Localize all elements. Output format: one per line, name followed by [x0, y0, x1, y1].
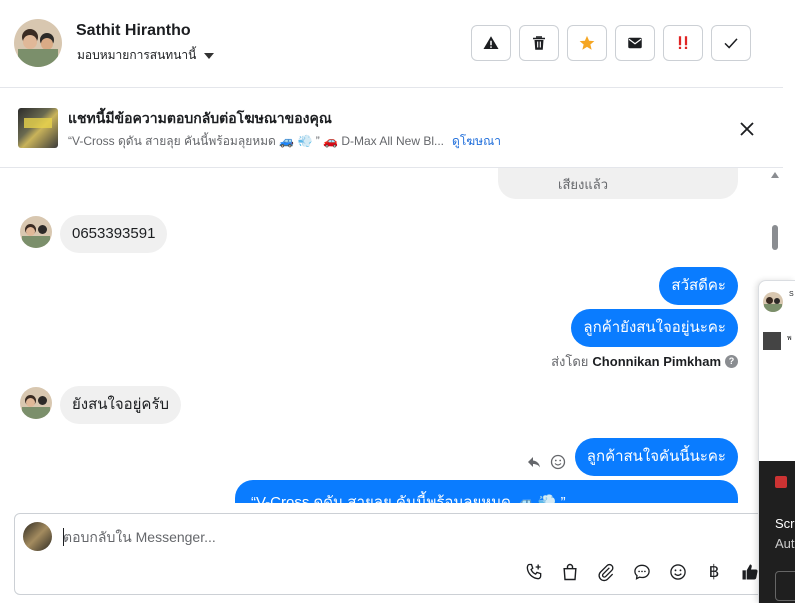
caret-down-icon — [204, 52, 215, 59]
side-conversation-panel[interactable]: S พ Scre Aut — [758, 280, 795, 603]
outgoing-quoted-message[interactable]: “V-Cross ดุดัน สายลุย คันนี้พร้อมลุยหมด … — [235, 480, 738, 503]
side-title-b: พ — [787, 335, 792, 342]
app-icon — [775, 476, 787, 488]
ad-banner-description: “V-Cross ดุดัน สายลุย คันนี้พร้อมลุยหมด … — [68, 132, 501, 151]
ad-reply-banner: แชทนี้มีข้อความตอบกลับต่อโฆษณาของคุณ “V-… — [0, 88, 783, 168]
trash-icon — [533, 36, 545, 50]
sent-by-label: ส่งโดย Chonnikan Pimkham ? — [551, 351, 738, 372]
previous-message-bubble[interactable]: เสียงแล้ว — [498, 168, 738, 199]
emoji-react-icon[interactable] — [550, 454, 566, 470]
contact-avatar[interactable] — [14, 19, 62, 67]
page-avatar — [23, 522, 52, 551]
scroll-thumb[interactable] — [772, 225, 778, 250]
messenger-chat-window: Sathit Hirantho มอบหมายการสนทนานี้ แชทนี… — [0, 0, 795, 603]
ad-thumbnail[interactable] — [18, 108, 58, 148]
side-avatar[interactable] — [763, 292, 783, 312]
composer-toolbar: ฿ — [523, 561, 761, 583]
outgoing-message[interactable]: สวัสดีคะ — [659, 267, 738, 305]
screen-notification-panel[interactable]: Scre Aut — [759, 461, 795, 603]
incoming-message[interactable]: ยังสนใจอยู่ครับ — [60, 386, 182, 424]
notification-title: Scre — [775, 516, 795, 531]
sender-avatar[interactable] — [20, 387, 52, 419]
reply-composer: ฿ — [14, 513, 774, 595]
check-icon — [724, 38, 738, 49]
text-cursor — [63, 528, 64, 546]
warning-icon — [483, 36, 499, 49]
star-button[interactable] — [567, 25, 607, 61]
chat-header: Sathit Hirantho มอบหมายการสนทนานี้ — [0, 0, 783, 88]
contact-name[interactable]: Sathit Hirantho — [76, 22, 191, 40]
outgoing-message[interactable]: ลูกค้ายังสนใจอยู่นะคะ — [571, 309, 738, 347]
close-icon[interactable] — [737, 119, 757, 139]
notification-subtitle: Aut — [775, 536, 795, 551]
view-ad-link[interactable]: ดูโฆษณา — [452, 134, 501, 148]
reply-input[interactable] — [63, 526, 753, 548]
sent-by-name: Chonnikan Pimkham — [592, 354, 721, 369]
ad-banner-title: แชทนี้มีข้อความตอบกลับต่อโฆษณาของคุณ — [68, 110, 332, 126]
emoji-icon[interactable] — [667, 561, 689, 583]
message-hover-tools — [526, 454, 566, 470]
mark-unread-button[interactable] — [615, 25, 655, 61]
paperclip-icon[interactable] — [595, 561, 617, 583]
envelope-icon — [628, 37, 642, 49]
sender-avatar[interactable] — [20, 216, 52, 248]
side-ad-thumbnail — [763, 332, 781, 350]
incoming-message[interactable]: 0653393591 — [60, 215, 168, 253]
message-thread: เสียงแล้ว 0653393591 สวัสดีคะ ลูกค้ายังส… — [0, 168, 760, 503]
notification-button[interactable] — [775, 571, 795, 601]
conversation-actions — [471, 25, 751, 61]
outgoing-message[interactable]: ลูกค้าสนใจคันนี้นะคะ — [574, 438, 738, 476]
baht-icon[interactable]: ฿ — [703, 561, 725, 583]
report-button[interactable] — [471, 25, 511, 61]
chat-bubble-icon[interactable] — [631, 561, 653, 583]
priority-button[interactable] — [663, 25, 703, 61]
help-icon[interactable]: ? — [725, 355, 738, 368]
add-call-icon[interactable] — [523, 561, 545, 583]
ad-description-text: “V-Cross ดุดัน สายลุย คันนี้พร้อมลุยหมด … — [68, 134, 445, 148]
reply-icon[interactable] — [526, 454, 542, 470]
sent-by-prefix: ส่งโดย — [551, 354, 589, 369]
scroll-up-arrow-icon[interactable] — [771, 172, 779, 178]
previous-message-text: เสียงแล้ว — [558, 177, 608, 192]
double-exclamation-icon — [678, 36, 688, 49]
assign-conversation-dropdown[interactable]: มอบหมายการสนทนานี้ — [77, 46, 215, 65]
star-icon — [579, 35, 595, 50]
delete-button[interactable] — [519, 25, 559, 61]
side-title-a: S — [789, 291, 794, 298]
mark-done-button[interactable] — [711, 25, 751, 61]
shopping-bag-icon[interactable] — [559, 561, 581, 583]
assign-label: มอบหมายการสนทนานี้ — [77, 48, 197, 62]
